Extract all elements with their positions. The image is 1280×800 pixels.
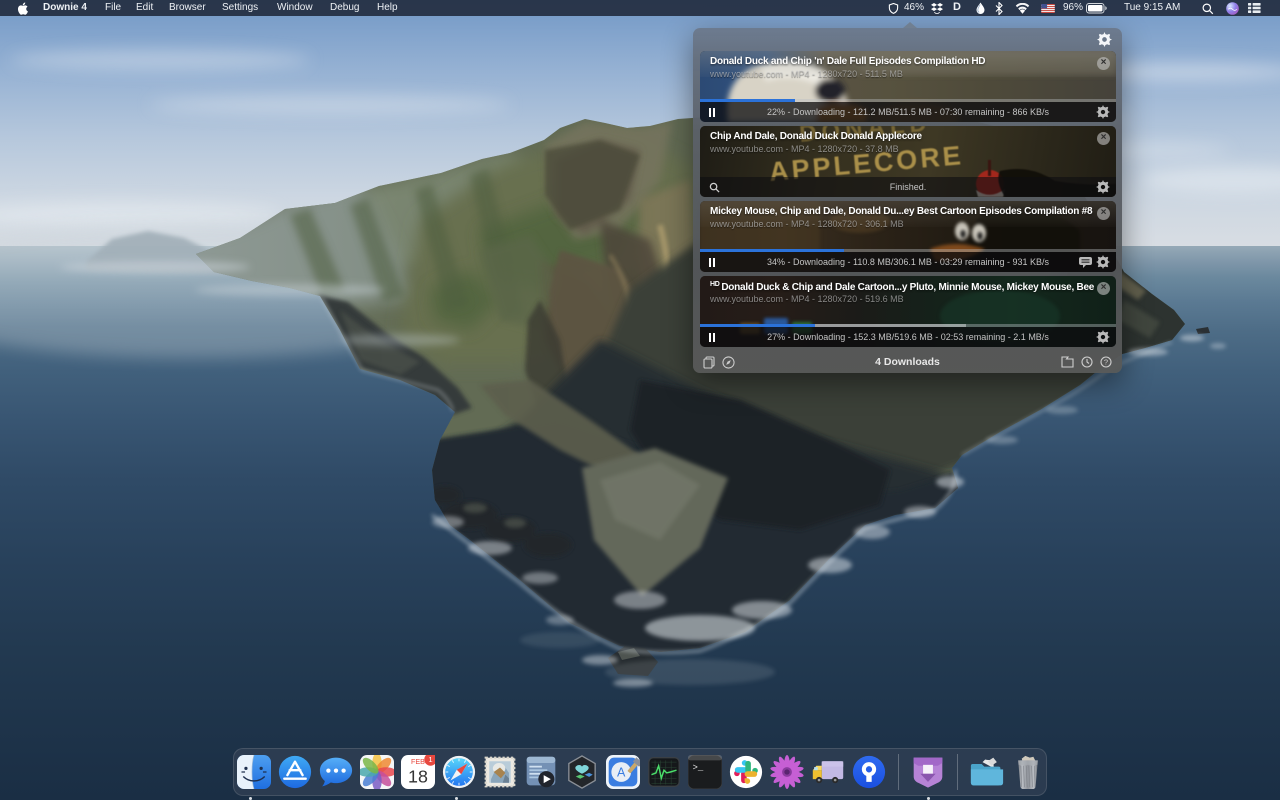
svg-text:A: A [617, 765, 626, 779]
svg-text:18: 18 [408, 767, 428, 787]
svg-text:1: 1 [428, 755, 432, 764]
svg-text:FEB: FEB [411, 758, 425, 766]
svg-text:>_: >_ [692, 763, 703, 773]
